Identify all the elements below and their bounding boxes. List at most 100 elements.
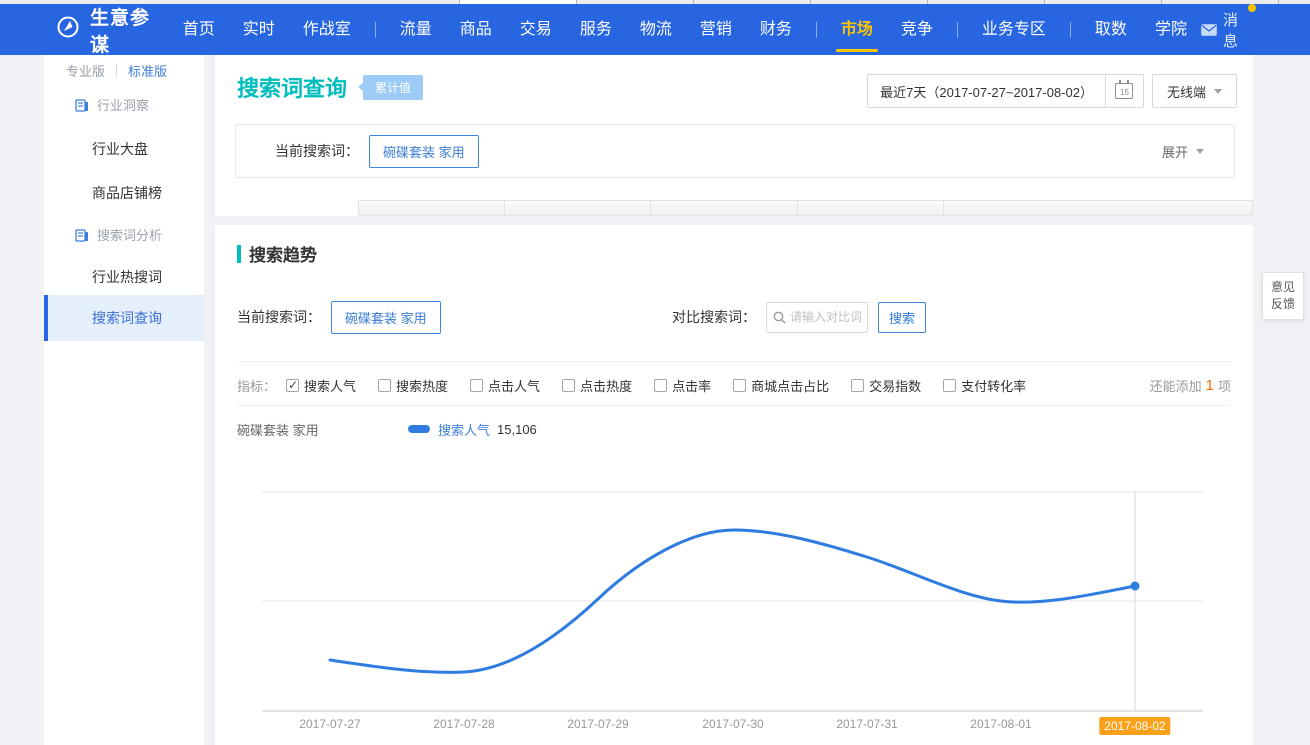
section-title: 搜索趋势	[249, 241, 317, 266]
last-point-dot	[1131, 582, 1140, 591]
sidebar-item-product-shop-rank[interactable]: 商品店铺榜	[92, 183, 162, 203]
metric-search-popularity[interactable]: 搜索人气	[286, 376, 356, 395]
compare-search-input[interactable]	[790, 310, 861, 324]
date-controls: 最近7天（2017-07-27~2017-08-02） 15 无线端	[867, 74, 1237, 108]
legend-term: 碗碟套装 家用	[237, 420, 319, 439]
metrics-row: 指标： 搜索人气 搜索热度 点击人气 点击热度 点击率	[237, 371, 1048, 399]
tab-clipped-active[interactable]	[215, 200, 358, 216]
section-header: 搜索趋势	[237, 241, 317, 266]
current-search-term-tag[interactable]: 碗碟套装 家用	[331, 301, 441, 334]
feedback-button[interactable]: 意见 反馈	[1262, 272, 1304, 320]
sidebar-item-search-word-query[interactable]: 搜索词查询	[44, 295, 204, 341]
divider	[237, 405, 1231, 406]
checkbox-icon[interactable]	[562, 379, 575, 392]
page-title: 搜索词查询	[237, 71, 347, 103]
divider	[237, 361, 1231, 362]
add-more-count: 1	[1206, 377, 1214, 394]
version-pro[interactable]: 专业版	[66, 61, 105, 80]
expand-toggle[interactable]: 展开	[1162, 142, 1204, 161]
compare-input-box	[766, 302, 868, 333]
nav-item-finance[interactable]: 财务	[746, 4, 806, 55]
clipped-tab-strip	[215, 200, 1253, 216]
brand[interactable]: 生意参谋	[56, 3, 155, 57]
header-card: 搜索词查询 累计值 最近7天（2017-07-27~2017-08-02） 15…	[215, 55, 1253, 200]
metric-click-popularity[interactable]: 点击人气	[470, 376, 540, 395]
sidebar-group-label: 行业洞察	[97, 95, 149, 114]
nav-item-goods[interactable]: 商品	[446, 4, 506, 55]
notification-dot	[1248, 4, 1256, 12]
tab-clipped[interactable]	[358, 200, 505, 216]
sidebar: 专业版 标准版 行业洞察 行业大盘 商品店铺榜 搜索词分析 行业热搜词	[44, 55, 204, 745]
metric-trade-index[interactable]: 交易指数	[851, 376, 921, 395]
nav-item-warroom[interactable]: 作战室	[289, 4, 365, 55]
checkbox-checked-icon[interactable]	[286, 379, 299, 392]
date-range-picker[interactable]: 最近7天（2017-07-27~2017-08-02） 15	[867, 74, 1144, 108]
tab-clipped[interactable]	[650, 200, 798, 216]
nav-item-competition[interactable]: 竞争	[887, 4, 947, 55]
checkbox-icon[interactable]	[943, 379, 956, 392]
nav-divider	[1070, 22, 1071, 38]
nav-item-home[interactable]: 首页	[169, 4, 229, 55]
add-more-hint: 还能添加 1 项	[1150, 371, 1231, 399]
chart-legend-row: 碗碟套装 家用 搜索人气 15,106	[237, 417, 1231, 441]
nav-item-trade[interactable]: 交易	[506, 4, 566, 55]
metric-click-rate[interactable]: 点击率	[654, 376, 711, 395]
x-tick: 2017-07-28	[433, 717, 494, 731]
legend-metric-name: 搜索人气	[438, 420, 490, 439]
calendar-cell[interactable]: 15	[1105, 74, 1143, 108]
messages-label: 消息	[1223, 9, 1246, 51]
current-search-term-tag[interactable]: 碗碟套装 家用	[369, 135, 479, 168]
sidebar-group-industry-insight: 行业洞察	[75, 95, 149, 114]
nav-divider	[816, 22, 817, 38]
metric-click-heat[interactable]: 点击热度	[562, 376, 632, 395]
current-term-row: 当前搜索词： 碗碟套装 家用	[237, 301, 441, 333]
checkbox-icon[interactable]	[733, 379, 746, 392]
version-switch: 专业版 标准版	[66, 61, 167, 80]
calendar-icon: 15	[1115, 83, 1133, 99]
series-color-pill	[408, 425, 430, 433]
sidebar-item-hot-search-words[interactable]: 行业热搜词	[92, 267, 162, 287]
metric-mall-click-share[interactable]: 商城点击占比	[733, 376, 829, 395]
checkbox-icon[interactable]	[378, 379, 391, 392]
current-search-filter-box: 当前搜索词： 碗碟套装 家用 展开	[235, 124, 1235, 178]
top-nav: 生意参谋 首页 实时 作战室 流量 商品 交易 服务 物流 营销 财务 市场 竞…	[0, 4, 1310, 55]
checkbox-icon[interactable]	[654, 379, 667, 392]
legend-series[interactable]: 搜索人气 15,106	[408, 417, 537, 441]
sidebar-group-search-analysis: 搜索词分析	[75, 225, 162, 244]
sidebar-group-label: 搜索词分析	[97, 225, 162, 244]
envelope-icon	[1201, 24, 1217, 36]
tab-clipped[interactable]	[504, 200, 651, 216]
messages-button[interactable]: 消息	[1201, 9, 1246, 51]
compare-search-label: 对比搜索词：	[672, 307, 756, 327]
checkbox-icon[interactable]	[470, 379, 483, 392]
nav-item-traffic[interactable]: 流量	[386, 4, 446, 55]
chart-canvas	[237, 480, 1233, 716]
current-search-label: 当前搜索词：	[237, 307, 321, 327]
nav-item-realtime[interactable]: 实时	[229, 4, 289, 55]
nav-item-data-fetch[interactable]: 取数	[1081, 4, 1141, 55]
chevron-down-icon	[1196, 149, 1204, 154]
sidebar-item-industry-overview[interactable]: 行业大盘	[92, 139, 148, 159]
nav-item-service[interactable]: 服务	[566, 4, 626, 55]
search-button[interactable]: 搜索	[878, 302, 926, 333]
report-icon	[75, 98, 89, 112]
tab-clipped[interactable]	[943, 200, 1253, 216]
date-range-text: 最近7天（2017-07-27~2017-08-02）	[868, 82, 1105, 101]
x-tick: 2017-07-29	[567, 717, 628, 731]
metric-search-heat[interactable]: 搜索热度	[378, 376, 448, 395]
search-icon	[773, 311, 786, 324]
checkbox-icon[interactable]	[851, 379, 864, 392]
trend-line-chart[interactable]	[237, 480, 1233, 716]
version-standard[interactable]: 标准版	[128, 61, 167, 80]
x-tick-highlighted: 2017-08-02	[1099, 717, 1170, 735]
nav-item-logistics[interactable]: 物流	[626, 4, 686, 55]
brand-name: 生意参谋	[90, 3, 155, 57]
nav-item-marketing[interactable]: 营销	[686, 4, 746, 55]
terminal-dropdown[interactable]: 无线端	[1152, 74, 1237, 108]
tab-clipped[interactable]	[797, 200, 944, 216]
compass-logo-icon	[56, 15, 80, 44]
nav-item-market-active[interactable]: 市场	[827, 4, 887, 55]
nav-item-business-zone[interactable]: 业务专区	[968, 4, 1060, 55]
metric-payment-conversion[interactable]: 支付转化率	[943, 376, 1026, 395]
nav-item-academy[interactable]: 学院	[1141, 4, 1201, 55]
